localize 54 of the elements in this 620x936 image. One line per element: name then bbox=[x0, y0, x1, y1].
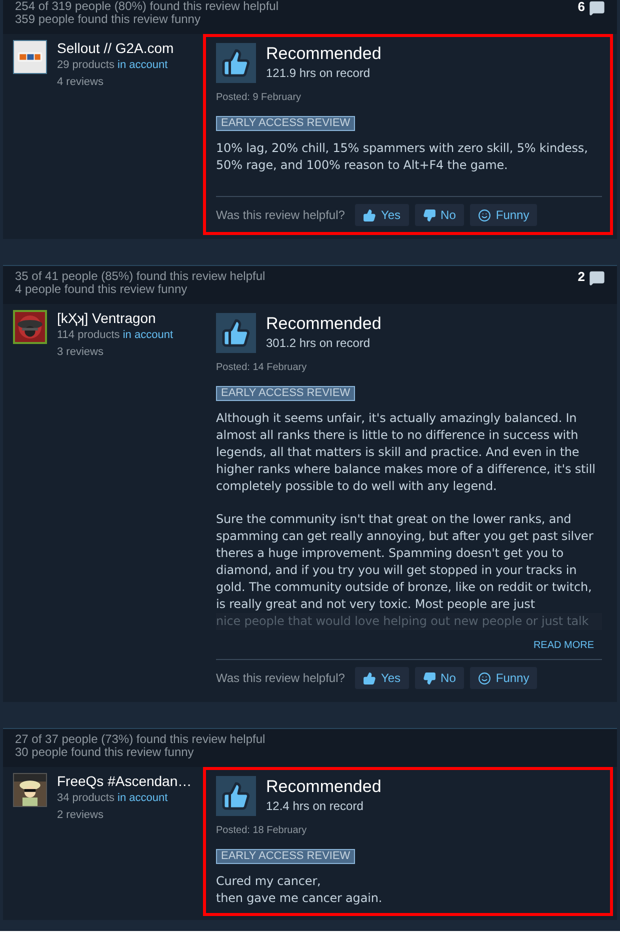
review-text: Cured my cancer, then gave me cancer again. bbox=[216, 873, 384, 907]
early-access-tag: EARLY ACCESS REVIEW bbox=[216, 386, 356, 401]
reviews-count: 2 reviews bbox=[57, 808, 104, 822]
reviews-count: 3 reviews bbox=[57, 344, 104, 360]
smiley-icon bbox=[478, 208, 491, 222]
review-text: Sure the community isn't that great on the lower ranks, and spamming can get really annoying, but after you get past silver theres a huge improvement. Spamming doesn't get you to diamond, and if you try you will get stopped in your tracks in gold. The community outside of bronze, like on reddit or twitch, is really great and not very toxic. Most people are just bbox=[216, 511, 594, 613]
author-name[interactable]: FreeQs #Ascendan… bbox=[57, 773, 197, 790]
posted-date: Posted: 9 February bbox=[216, 91, 302, 105]
helpful-count: 27 of 37 people (73%) found this review helpful bbox=[15, 733, 266, 746]
comments-icon bbox=[589, 270, 605, 286]
thumbs-up-icon bbox=[362, 672, 376, 684]
thumbs-up-icon bbox=[216, 776, 256, 816]
review-text: nice people that would love helping out new people or just talk bbox=[216, 613, 602, 630]
vote-button[interactable]: Yes bbox=[354, 667, 409, 689]
funny-count: 359 people found this review funny bbox=[15, 13, 202, 26]
helpful-count: 254 of 319 people (80%) found this review helpful bbox=[15, 0, 279, 13]
hours-on-record: 12.4 hrs on record bbox=[266, 798, 364, 815]
vote-button[interactable]: Yes bbox=[354, 204, 409, 226]
funny-count: 30 people found this review funny bbox=[15, 746, 195, 759]
review-text: Although it seems unfair, it's actually amazingly balanced. In almost all ranks there is little to no difference in success with legends, all that matters is skill and practice. And even in the higher ranks where balance makes more of a difference, it's still completely possible to do well with any legend. bbox=[216, 410, 596, 495]
thumbs-up-icon bbox=[362, 208, 376, 222]
vote-button[interactable]: Funny bbox=[470, 204, 538, 226]
funny-count: 4 people found this review funny bbox=[15, 283, 188, 296]
posted-date: Posted: 14 February bbox=[216, 361, 308, 375]
vote-button[interactable]: Funny bbox=[470, 667, 538, 689]
vote-button[interactable]: No bbox=[414, 204, 464, 226]
author-name[interactable]: [kҲʞ] Ventragon bbox=[57, 310, 197, 327]
helpful-prompt: Was this review helpful? bbox=[216, 670, 345, 687]
thumbs-down-icon bbox=[422, 672, 436, 684]
products-count: 29 products in account bbox=[57, 58, 169, 73]
smiley-icon bbox=[478, 672, 491, 684]
read-more-link[interactable]: READ MORE bbox=[533, 638, 594, 653]
thumbs-down-icon bbox=[422, 208, 436, 222]
hours-on-record: 301.2 hrs on record bbox=[266, 335, 372, 352]
hours-on-record: 121.9 hrs on record bbox=[266, 65, 372, 82]
review-text: 10% lag, 20% chill, 15% spammers with zero skill, 5% kindess, 50% rage, and 100% reason to Alt+F4 the game. bbox=[216, 140, 589, 174]
verdict: Recommended bbox=[266, 777, 382, 797]
early-access-tag: EARLY ACCESS REVIEW bbox=[216, 849, 356, 864]
thumbs-up-icon bbox=[216, 43, 256, 83]
posted-date: Posted: 18 February bbox=[216, 824, 308, 838]
early-access-tag: EARLY ACCESS REVIEW bbox=[216, 116, 356, 131]
helpful-prompt: Was this review helpful? bbox=[216, 207, 345, 224]
comment-count: 6 bbox=[578, 0, 585, 13]
author-name[interactable]: Sellout // G2A.com bbox=[57, 40, 197, 57]
comment-count: 2 bbox=[578, 270, 585, 283]
comments-icon bbox=[589, 0, 605, 16]
thumbs-up-icon bbox=[216, 313, 256, 353]
reviews-count: 4 reviews bbox=[57, 74, 104, 90]
verdict: Recommended bbox=[266, 314, 382, 334]
verdict: Recommended bbox=[266, 44, 382, 64]
vote-button[interactable]: No bbox=[414, 667, 464, 689]
helpful-count: 35 of 41 people (85%) found this review helpful bbox=[15, 270, 266, 283]
products-count: 114 products in account bbox=[57, 328, 174, 343]
products-count: 34 products in account bbox=[57, 791, 169, 806]
